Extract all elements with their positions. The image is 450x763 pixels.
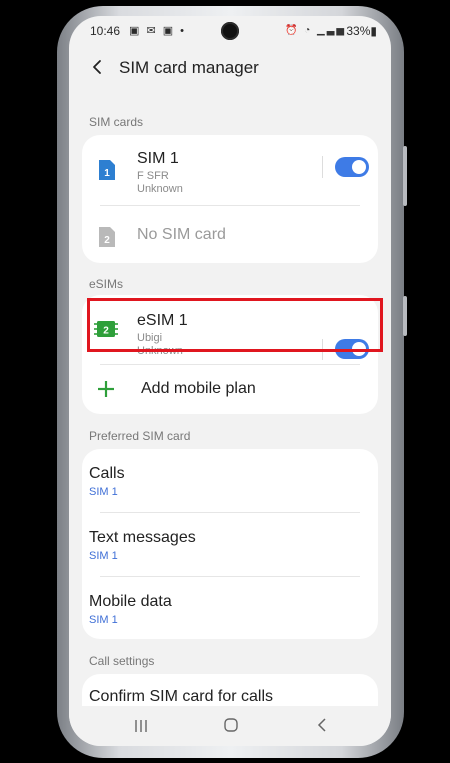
mobile-data-value: SIM 1 [89, 614, 118, 626]
sim1-status: Unknown [137, 183, 183, 195]
page-title: SIM card manager [119, 58, 259, 77]
plus-icon [98, 381, 114, 397]
sim1-toggle[interactable] [335, 157, 369, 177]
add-mobile-plan-row[interactable]: Add mobile plan [82, 365, 378, 414]
app-header: SIM card manager [69, 46, 391, 92]
confirm-sim-title: Confirm SIM card for calls [89, 688, 274, 705]
sim1-row[interactable]: 1 SIM 1 F SFR Unknown [82, 135, 378, 205]
volume-button [403, 146, 407, 206]
back-icon[interactable] [315, 717, 331, 733]
notification-icons: ▣ ✉ ▣ • [129, 25, 187, 37]
mobile-data-title: Mobile data [89, 593, 172, 610]
power-button [403, 296, 407, 336]
sim2-title: No SIM card [137, 226, 226, 243]
battery-indicator: 33%▮ [346, 24, 377, 38]
sim-cards-card: 1 SIM 1 F SFR Unknown 2 No SIM card [82, 135, 378, 263]
sim1-title: SIM 1 [137, 150, 179, 167]
system-icons: ⏰ ◔ ▁▃▅ [285, 25, 347, 36]
calls-title: Calls [89, 465, 125, 482]
chevron-left-icon[interactable] [89, 57, 107, 77]
esim-highlight-box [87, 298, 383, 352]
navigation-bar [69, 706, 391, 746]
home-icon[interactable] [223, 717, 239, 733]
preferred-row-calls[interactable]: Calls SIM 1 [82, 449, 378, 512]
text-messages-value: SIM 1 [89, 550, 118, 562]
recents-icon[interactable] [133, 718, 149, 734]
preferred-row-text-messages[interactable]: Text messages SIM 1 [82, 513, 378, 576]
sim-card-icon: 2 [99, 227, 115, 247]
front-camera [221, 22, 239, 40]
status-bar: 10:46 ▣ ✉ ▣ • ⏰ ◔ ▁▃▅ 33%▮ [69, 16, 391, 46]
sim-card-icon: 1 [99, 160, 115, 180]
preferred-card: Calls SIM 1 Text messages SIM 1 Mobile d… [82, 449, 378, 639]
calls-value: SIM 1 [89, 486, 118, 498]
sim1-badge: 1 [104, 168, 110, 179]
sim2-row[interactable]: 2 No SIM card [82, 206, 378, 263]
separator [322, 156, 323, 178]
sim2-badge: 2 [104, 235, 110, 246]
section-label-esims: eSIMs [89, 277, 124, 291]
section-label-call-settings: Call settings [89, 654, 155, 668]
text-messages-title: Text messages [89, 529, 196, 546]
preferred-row-mobile-data[interactable]: Mobile data SIM 1 [82, 577, 378, 639]
section-label-preferred: Preferred SIM card [89, 429, 191, 443]
screen: 10:46 ▣ ✉ ▣ • ⏰ ◔ ▁▃▅ 33%▮ SIM card mana… [69, 16, 391, 746]
status-time: 10:46 [90, 24, 121, 38]
section-label-sim-cards: SIM cards [89, 115, 144, 129]
sim1-carrier: F SFR [137, 170, 169, 182]
add-mobile-plan-label: Add mobile plan [141, 380, 256, 397]
